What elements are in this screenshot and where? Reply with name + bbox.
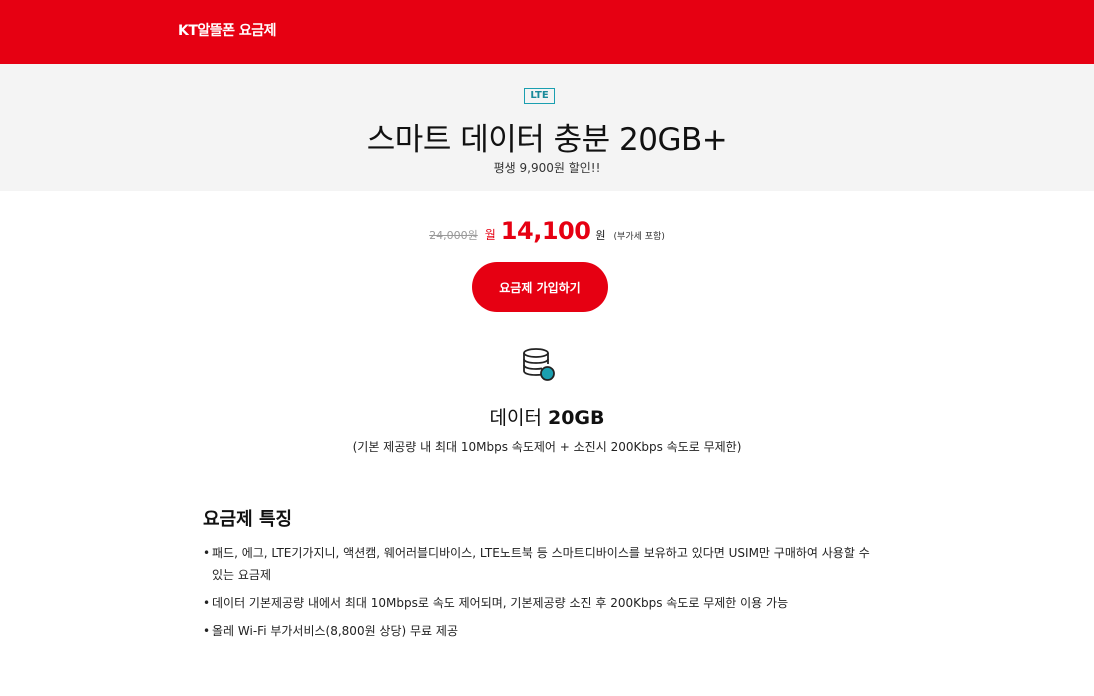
- brand-logo-text[interactable]: KT알뜰폰 요금제: [178, 20, 277, 40]
- page-title: 스마트 데이터 충분 20GB+: [366, 122, 728, 158]
- original-price: 24,000원: [429, 229, 478, 242]
- plan-subtitle: 평생 9,900원 할인!!: [493, 161, 601, 175]
- data-amount: 20GB: [547, 407, 605, 429]
- database-icon: [520, 346, 558, 384]
- data-allowance: 데이터 20GB: [0, 403, 1094, 430]
- feature-item: 올레 Wi-Fi 부가서비스(8,800원 상당) 무료 제공: [203, 620, 883, 642]
- join-plan-button[interactable]: 요금제 가입하기: [472, 262, 608, 312]
- price-unit: 원: [595, 229, 606, 242]
- features-list: 패드, 에그, LTE기가지니, 액션캠, 웨어러블디바이스, LTE노트북 등…: [203, 542, 883, 648]
- price-period: 월: [484, 228, 496, 242]
- top-header: KT알뜰폰 요금제: [0, 0, 1094, 64]
- feature-item: 데이터 기본제공량 내에서 최대 10Mbps로 속도 제어되며, 기본제공량 …: [203, 592, 883, 614]
- plan-hero: LTE 스마트 데이터 충분 20GB+ 평생 9,900원 할인!!: [0, 64, 1094, 191]
- vat-note: (부가세 포함): [613, 232, 665, 242]
- data-label: 데이터: [489, 407, 542, 429]
- network-badge: LTE: [524, 88, 555, 104]
- discounted-price: 14,100: [500, 217, 591, 245]
- feature-item: 패드, 에그, LTE기가지니, 액션캠, 웨어러블디바이스, LTE노트북 등…: [203, 542, 883, 586]
- features-heading: 요금제 특징: [203, 509, 293, 530]
- data-speed-note: (기본 제공량 내 최대 10Mbps 속도제어 + 소진시 200Kbps 속…: [352, 440, 742, 454]
- price-row: 24,000원 월 14,100 원 (부가세 포함): [0, 217, 1094, 245]
